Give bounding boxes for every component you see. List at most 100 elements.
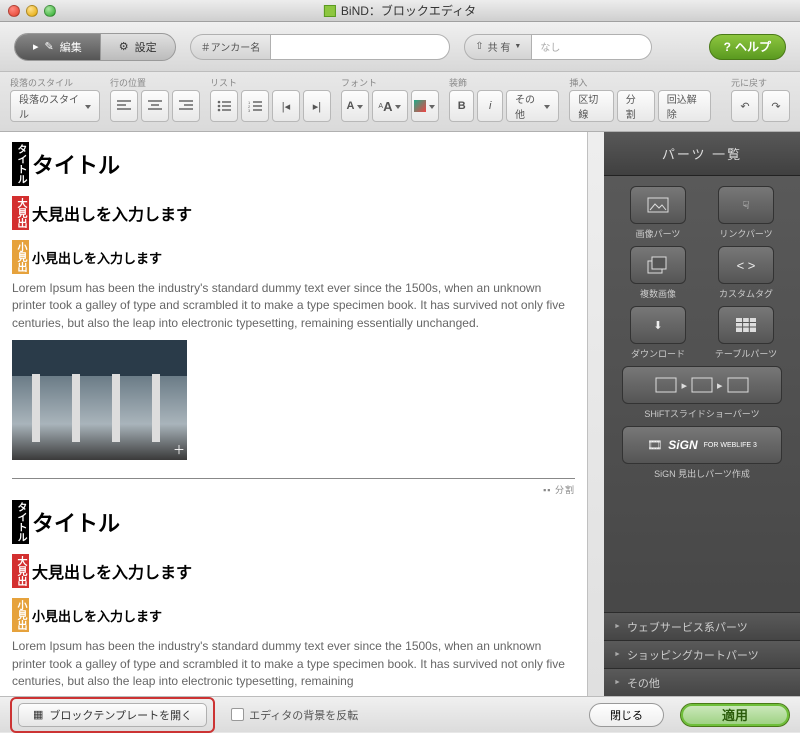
anchor-input[interactable] — [270, 34, 450, 60]
paragraph-text[interactable]: Lorem Ipsum has been the industry's stan… — [12, 280, 575, 332]
window-controls — [8, 5, 56, 17]
formatting-toolbar: 段落のスタイル 段落のスタイル 行の位置 リスト 123 |◂ ▸| フォント … — [0, 72, 800, 132]
insert-separator-button[interactable]: 区切線 — [569, 90, 613, 122]
main-toolbar: ▸ ✎ 編集 ⚙ 設定 ＃アンカー名 ⇧ 共 有 ▼ なし ? ヘルプ — [0, 22, 800, 72]
accordion-shoppingcart[interactable]: ショッピングカートパーツ — [604, 640, 800, 668]
title-heading[interactable]: タイトル — [32, 148, 120, 180]
film-icon: 🎞 — [647, 438, 662, 452]
share-button[interactable]: ⇧ 共 有 ▼ — [464, 34, 532, 60]
group-label-parastyle: 段落のスタイル — [10, 76, 100, 88]
part-table-label: テーブルパーツ — [715, 347, 777, 360]
close-button[interactable]: 閉じる — [589, 703, 664, 727]
big-heading[interactable]: 大見出しを入力します — [32, 559, 192, 583]
part-link-button[interactable]: ☟ — [718, 186, 774, 224]
part-image-button[interactable] — [630, 186, 686, 224]
align-left-button[interactable] — [110, 90, 138, 122]
pencil-icon: ✎ — [45, 40, 54, 53]
big-heading-tag-badge: 大見出 — [12, 196, 29, 230]
small-heading[interactable]: 小見出しを入力します — [32, 248, 162, 267]
align-center-button[interactable] — [141, 90, 169, 122]
part-sign-button[interactable]: 🎞 SiGN FOR WEBLIFE 3 — [622, 426, 782, 464]
part-table-button[interactable] — [718, 306, 774, 344]
title-tag-badge: タイトル — [12, 142, 29, 186]
part-sign-label: SiGN 見出しパーツ作成 — [654, 467, 750, 480]
group-label-undo: 元に戻す — [731, 76, 790, 88]
settings-label: 設定 — [135, 39, 157, 55]
accordion-other[interactable]: その他 — [604, 668, 800, 696]
parts-sidebar: パーツ 一覧 画像パーツ ☟リンクパーツ 複数画像 < >カスタムタグ ⬇ダウン… — [604, 132, 800, 696]
group-label-insert: 挿入 — [569, 76, 711, 88]
paragraph-text[interactable]: Lorem Ipsum has been the industry's stan… — [12, 638, 575, 690]
settings-mode-button[interactable]: ⚙ 設定 — [100, 34, 175, 60]
help-label: ヘルプ — [735, 38, 771, 55]
close-window-button[interactable] — [8, 5, 20, 17]
paragraph-style-dropdown[interactable]: 段落のスタイル — [10, 90, 100, 122]
bullet-list-button[interactable] — [210, 90, 238, 122]
big-heading-tag-badge: 大見出 — [12, 554, 29, 588]
font-color-button[interactable] — [411, 90, 439, 122]
zoom-window-button[interactable] — [44, 5, 56, 17]
app-icon — [324, 5, 336, 17]
open-template-label: ブロックテンプレートを開く — [49, 707, 192, 723]
editor-canvas[interactable]: タイトル タイトル 大見出 大見出しを入力します 小見出 小見出しを入力します … — [0, 132, 588, 696]
window-title-text: BiND：ブロックエディタ — [341, 2, 476, 19]
window-title: BiND：ブロックエディタ — [324, 2, 476, 19]
small-heading[interactable]: 小見出しを入力します — [32, 606, 162, 625]
align-right-button[interactable] — [172, 90, 200, 122]
invert-label: エディタの背景を反転 — [249, 707, 358, 723]
share-value[interactable]: なし — [532, 34, 652, 60]
insert-unwrap-button[interactable]: 回込解除 — [658, 90, 711, 122]
share-label: 共 有 — [488, 39, 511, 54]
checkbox-icon — [231, 708, 244, 721]
group-label-align: 行の位置 — [110, 76, 200, 88]
sidebar-accordion: ウェブサービス系パーツ ショッピングカートパーツ その他 — [604, 612, 800, 696]
part-link-label: リンクパーツ — [719, 227, 772, 240]
part-multi-image-label: 複数画像 — [640, 287, 676, 300]
decor-other-dropdown[interactable]: その他 — [506, 90, 559, 122]
group-label-decor: 装飾 — [449, 76, 559, 88]
image-expand-icon[interactable]: ＋ — [173, 441, 185, 458]
accordion-webservice[interactable]: ウェブサービス系パーツ — [604, 612, 800, 640]
part-image-label: 画像パーツ — [636, 227, 681, 240]
anchor-field: ＃アンカー名 — [190, 34, 451, 60]
content-image[interactable]: ＋ — [12, 340, 187, 460]
part-custom-tag-button[interactable]: < > — [718, 246, 774, 284]
bottom-bar: ▦ ブロックテンプレートを開く エディタの背景を反転 閉じる 適用 — [0, 696, 800, 732]
share-icon: ⇧ — [475, 41, 483, 52]
help-icon: ? — [724, 40, 731, 54]
open-block-template-button[interactable]: ▦ ブロックテンプレートを開く — [18, 703, 207, 727]
mode-segment: ▸ ✎ 編集 ⚙ 設定 — [14, 33, 176, 61]
help-button[interactable]: ? ヘルプ — [709, 34, 786, 60]
template-grid-icon: ▦ — [33, 708, 43, 721]
part-custom-tag-label: カスタムタグ — [719, 287, 773, 300]
big-heading[interactable]: 大見出しを入力します — [32, 201, 192, 225]
block-divider — [12, 478, 575, 479]
font-family-button[interactable]: A — [341, 90, 369, 122]
editor-scrollbar[interactable] — [588, 132, 604, 696]
outdent-button[interactable]: |◂ — [272, 90, 300, 122]
pointer-icon: ☟ — [743, 199, 750, 212]
title-heading[interactable]: タイトル — [32, 506, 120, 538]
main-area: タイトル タイトル 大見出 大見出しを入力します 小見出 小見出しを入力します … — [0, 132, 800, 696]
apply-button[interactable]: 適用 — [680, 703, 790, 727]
open-template-highlight: ▦ ブロックテンプレートを開く — [10, 697, 215, 733]
bold-button[interactable]: B — [449, 90, 475, 122]
insert-split-button[interactable]: 分 割 — [617, 90, 655, 122]
divider-label: ▪▪ 分割 — [12, 483, 575, 498]
minimize-window-button[interactable] — [26, 5, 38, 17]
edit-mode-button[interactable]: ▸ ✎ 編集 — [15, 34, 100, 60]
invert-background-checkbox[interactable]: エディタの背景を反転 — [231, 707, 358, 723]
title-tag-badge: タイトル — [12, 500, 29, 544]
part-multi-image-button[interactable] — [630, 246, 686, 284]
redo-button[interactable]: ↷ — [762, 90, 790, 122]
indent-button[interactable]: ▸| — [303, 90, 331, 122]
undo-button[interactable]: ↶ — [731, 90, 759, 122]
numbered-list-button[interactable]: 123 — [241, 90, 269, 122]
italic-button[interactable]: i — [477, 90, 503, 122]
part-download-button[interactable]: ⬇ — [630, 306, 686, 344]
group-label-font: フォント — [341, 76, 439, 88]
part-shift-slideshow-button[interactable]: ▸▸ — [622, 366, 782, 404]
anchor-label: ＃アンカー名 — [190, 34, 271, 60]
font-size-button[interactable]: AA — [372, 90, 408, 122]
parts-grid: 画像パーツ ☟リンクパーツ 複数画像 < >カスタムタグ ⬇ダウンロード テーブ… — [604, 176, 800, 490]
